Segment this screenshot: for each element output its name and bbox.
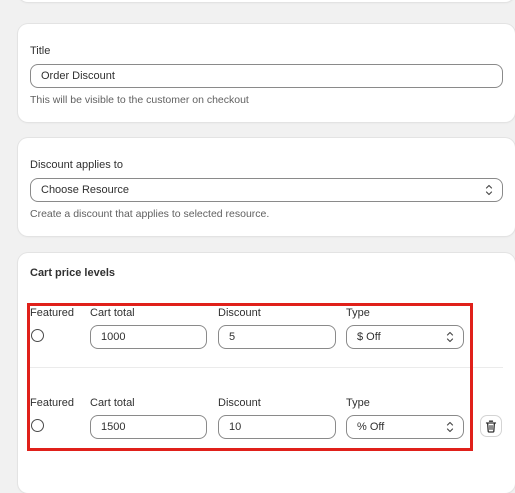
row1-discount-input[interactable]: 5 <box>218 325 336 349</box>
row2-type-value: % Off <box>357 421 385 433</box>
chevron-up-down-icon <box>446 331 454 343</box>
resource-card: Discount applies to Choose Resource Crea… <box>18 138 515 236</box>
row2-featured-label: Featured <box>30 397 75 409</box>
resource-select[interactable]: Choose Resource <box>30 178 503 202</box>
row1-featured-label: Featured <box>30 307 75 319</box>
row2-featured-radio[interactable] <box>31 419 44 432</box>
resource-label: Discount applies to <box>30 159 123 171</box>
chevron-up-down-icon <box>485 184 493 196</box>
row1-type-label: Type <box>346 307 370 319</box>
title-help-text: This will be visible to the customer on … <box>30 94 249 106</box>
top-card-edge <box>18 0 515 2</box>
title-label: Title <box>30 45 51 57</box>
resource-select-value: Choose Resource <box>41 184 130 196</box>
row2-discount-label: Discount <box>218 397 261 409</box>
row1-type-select[interactable]: $ Off <box>346 325 464 349</box>
row-divider <box>30 367 503 368</box>
row2-cart-total-label: Cart total <box>90 397 135 409</box>
row2-type-label: Type <box>346 397 370 409</box>
row2-cart-total-input[interactable]: 1500 <box>90 415 207 439</box>
levels-card: Cart price levels Featured Cart total Di… <box>18 253 515 493</box>
row1-cart-total-label: Cart total <box>90 307 135 319</box>
resource-help-text: Create a discount that applies to select… <box>30 208 270 220</box>
row1-featured-radio[interactable] <box>31 329 44 342</box>
levels-heading: Cart price levels <box>30 267 115 279</box>
chevron-up-down-icon <box>446 421 454 433</box>
row2-type-select[interactable]: % Off <box>346 415 464 439</box>
row2-discount-input[interactable]: 10 <box>218 415 336 439</box>
row1-discount-label: Discount <box>218 307 261 319</box>
row1-type-value: $ Off <box>357 331 381 343</box>
row2-delete-button[interactable] <box>480 415 502 437</box>
title-card: Title Order Discount This will be visibl… <box>18 24 515 122</box>
title-input[interactable]: Order Discount <box>30 64 503 88</box>
row1-cart-total-input[interactable]: 1000 <box>90 325 207 349</box>
trash-icon <box>485 420 497 433</box>
